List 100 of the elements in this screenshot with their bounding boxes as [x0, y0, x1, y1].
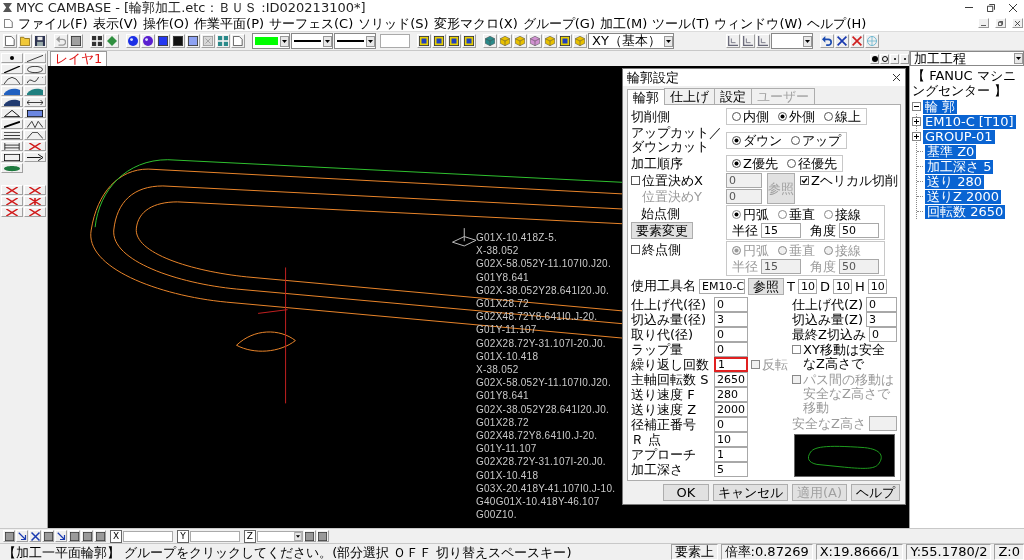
tree-item[interactable]: 輪 郭 [923, 99, 958, 114]
text-field[interactable]: 1 [714, 357, 748, 372]
menu-item[interactable]: グループ(G) [522, 15, 595, 31]
toolbar-button[interactable] [81, 530, 93, 542]
process-dropdown[interactable]: 加工工程 [910, 51, 1024, 66]
text-field[interactable]: 5 [714, 462, 748, 477]
text-field[interactable]: EM10-C [699, 278, 745, 294]
menu-item[interactable]: 変形マクロ(X) [433, 15, 518, 31]
tool-button[interactable] [24, 152, 46, 162]
expand-icon[interactable] [912, 132, 921, 141]
coordinate-field[interactable] [189, 530, 240, 542]
tree-item[interactable]: GROUP-01 [923, 129, 995, 144]
text-field[interactable]: 0 [868, 327, 897, 342]
radio-button[interactable]: ダウン [732, 132, 782, 148]
text-field[interactable]: 0 [714, 297, 748, 312]
reference-button[interactable]: 参照 [748, 277, 784, 295]
toolbar-button[interactable] [94, 530, 106, 542]
menu-item[interactable]: ソリッド(S) [358, 15, 429, 31]
toolbar-button[interactable] [68, 530, 80, 542]
color-dropdown[interactable] [252, 33, 290, 49]
menu-item[interactable]: ファイル(F) [18, 15, 88, 31]
tree-item[interactable]: EM10-C [T10] [923, 114, 1016, 129]
text-field[interactable]: 15 [761, 223, 801, 238]
line-style-dropdown[interactable] [291, 33, 333, 49]
text-field[interactable]: 10 [714, 432, 748, 447]
view-dropdown[interactable]: XY（基本） [588, 33, 674, 49]
tool-button[interactable] [1, 64, 23, 74]
tool-button[interactable] [24, 53, 46, 63]
tool-button[interactable] [24, 130, 46, 140]
tab[interactable]: 輪郭 [627, 89, 665, 105]
toolbar-button[interactable] [42, 530, 54, 542]
expand-icon[interactable] [912, 117, 921, 126]
menu-item[interactable]: 加工(M) [599, 15, 648, 31]
collapse-icon[interactable] [912, 102, 921, 111]
menu-item[interactable]: 作業平面(P) [194, 15, 265, 31]
tool-button[interactable] [1, 130, 23, 140]
tool-button[interactable] [1, 97, 23, 107]
text-field[interactable]: 0 [714, 327, 748, 342]
text-field[interactable]: 0 [726, 173, 762, 188]
text-field[interactable]: 1 [714, 447, 748, 462]
tool-button[interactable] [1, 75, 23, 85]
tool-button[interactable] [1, 119, 23, 129]
tree-item[interactable]: 基準 Z0 [925, 144, 977, 159]
radio-button[interactable]: 内側 [732, 109, 769, 124]
tool-button[interactable] [24, 108, 46, 118]
dropdown[interactable] [770, 33, 813, 49]
tool-button[interactable] [1, 108, 23, 118]
tool-button[interactable] [24, 64, 46, 74]
tree-item[interactable]: 回転数 2650 [925, 204, 1006, 219]
text-field[interactable]: 2650 [714, 372, 748, 387]
menu-item[interactable]: ヘルプ(H) [807, 15, 867, 31]
checkbox[interactable]: Zヘリカル切削 [800, 173, 898, 188]
checkbox[interactable]: 位置決めX [631, 173, 723, 188]
input-field[interactable] [380, 34, 410, 48]
restore-button[interactable] [995, 18, 1006, 28]
layer-tab[interactable]: レイヤ1 [50, 51, 108, 66]
radio-button[interactable]: アップ [791, 132, 841, 148]
menu-item[interactable]: 表示(V) [92, 15, 138, 31]
tree-item[interactable]: 加工深さ 5 [925, 159, 994, 174]
checkbox[interactable]: XY移動は安全なZ高さで [792, 342, 897, 372]
tab[interactable]: 設定 [714, 88, 752, 104]
radio-button[interactable]: 接線 [824, 207, 861, 222]
text-field[interactable]: 3 [866, 312, 897, 327]
tab[interactable]: 仕上げ [664, 88, 715, 104]
menu-item[interactable]: 操作(O) [142, 15, 190, 31]
radio-button[interactable]: 垂直 [778, 207, 815, 222]
element-change-button[interactable]: 要素変更 [631, 222, 693, 239]
text-field[interactable]: 10 [797, 278, 817, 294]
tool-button[interactable] [1, 152, 23, 162]
text-field[interactable]: 0 [714, 417, 748, 432]
menu-item[interactable]: ツール(T) [652, 15, 710, 31]
close-button[interactable] [1012, 18, 1023, 28]
toolbar-button[interactable] [29, 530, 41, 542]
text-field[interactable]: 0 [726, 189, 762, 204]
radio-button[interactable]: 円弧 [732, 207, 769, 222]
line-width-dropdown[interactable] [334, 33, 376, 49]
tool-button[interactable] [24, 97, 46, 107]
text-field[interactable]: 0 [714, 342, 748, 357]
minimize-button[interactable] [978, 18, 989, 28]
radio-button[interactable]: 線上 [824, 109, 861, 124]
dialog-button[interactable]: ヘルプ [851, 484, 900, 501]
tool-button[interactable] [24, 119, 46, 129]
text-field[interactable]: 0 [866, 297, 897, 312]
tree-item[interactable]: 送り 280 [925, 174, 984, 189]
radio-button[interactable]: 径優先 [786, 156, 837, 171]
text-field[interactable]: 3 [714, 312, 748, 327]
menu-item[interactable]: サーフェス(C) [269, 15, 354, 31]
tool-button[interactable] [1, 53, 23, 63]
text-field[interactable]: 280 [714, 387, 748, 402]
text-field[interactable]: 10 [832, 278, 852, 294]
coordinate-field[interactable] [123, 530, 174, 542]
dialog-button[interactable]: キャンセル [712, 484, 788, 501]
radio-button[interactable]: Z優先 [732, 156, 778, 171]
tool-button[interactable] [1, 86, 23, 96]
radio-button[interactable]: 外側 [778, 109, 815, 124]
toolbar-button[interactable] [3, 530, 15, 542]
text-field[interactable]: 50 [839, 223, 879, 238]
tree-item[interactable]: 送りZ 2000 [925, 189, 1002, 204]
text-field[interactable]: 2000 [714, 402, 748, 417]
text-field[interactable]: 10 [867, 278, 887, 294]
